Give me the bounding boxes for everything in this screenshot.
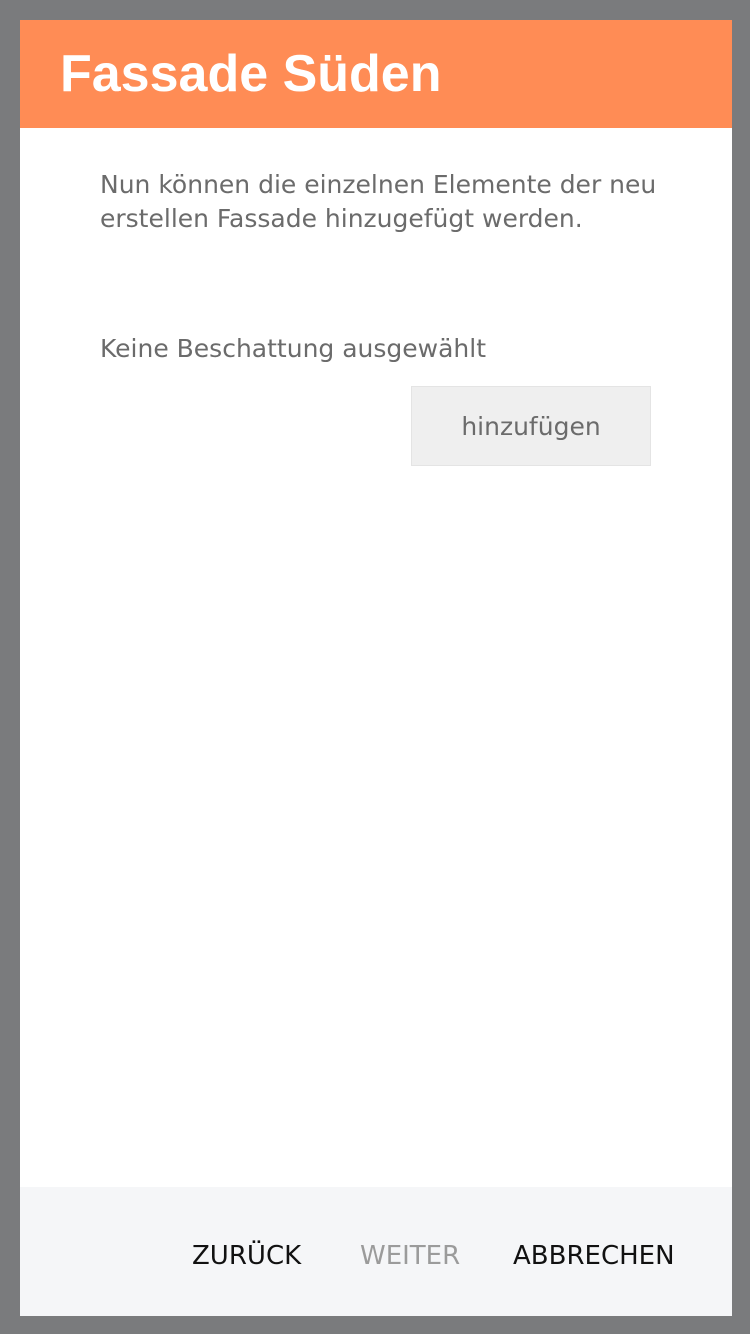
back-button[interactable]: ZURÜCK — [192, 1241, 301, 1271]
dialog-footer: ZURÜCK WEITER ABBRECHEN — [20, 1187, 732, 1316]
dialog-title: Fassade Süden — [60, 45, 442, 103]
cancel-button[interactable]: ABBRECHEN — [513, 1241, 675, 1271]
next-button[interactable]: WEITER — [360, 1241, 460, 1271]
add-shading-button[interactable]: hinzufügen — [411, 386, 651, 466]
dialog-header: Fassade Süden — [20, 20, 732, 128]
shading-status-text: Keine Beschattung ausgewählt — [100, 334, 487, 363]
intro-text: Nun können die einzelnen Elemente der ne… — [100, 170, 657, 233]
facade-dialog: Fassade Süden Nun können die einzelnen E… — [20, 20, 732, 1316]
